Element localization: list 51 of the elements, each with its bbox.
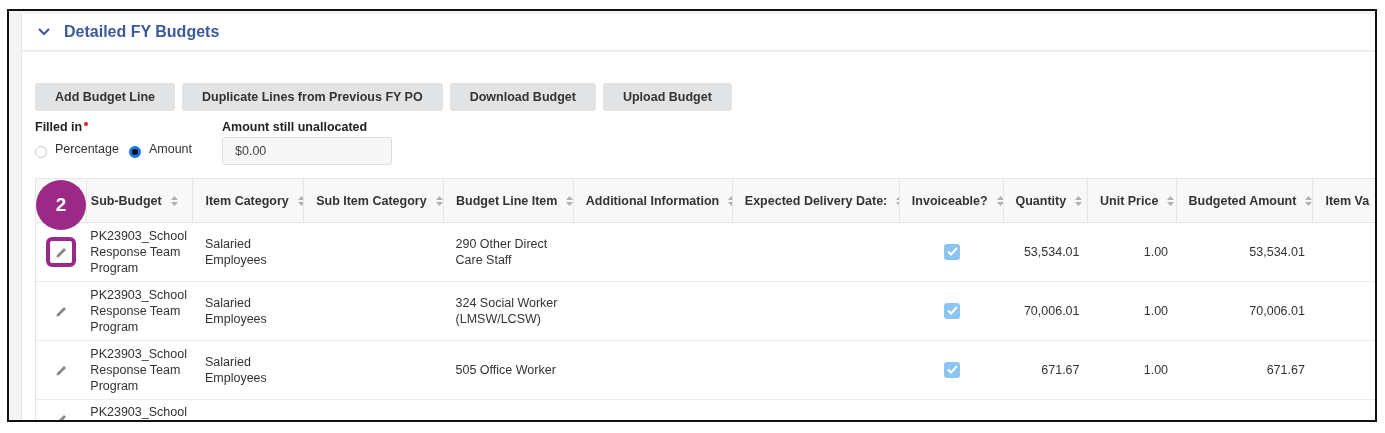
toolbar-button[interactable]: Add Budget Line bbox=[35, 83, 175, 111]
column-header[interactable]: Unit Price bbox=[1087, 178, 1177, 223]
checkbox[interactable] bbox=[944, 302, 961, 319]
edit-button[interactable] bbox=[46, 237, 76, 267]
column-header[interactable]: Budgeted Amount bbox=[1176, 178, 1313, 223]
table-cell: 290 Other Direct Care Staff bbox=[455, 237, 548, 267]
table-cell: Salaried Employees bbox=[204, 355, 267, 385]
column-header[interactable]: Invoiceable? bbox=[899, 178, 1003, 223]
sort-icon[interactable] bbox=[169, 194, 179, 207]
toolbar-button[interactable]: Download Budget bbox=[449, 83, 596, 111]
table-cell: 70,006.01 bbox=[1249, 304, 1305, 318]
collapse-chevron-icon[interactable] bbox=[38, 28, 50, 36]
table-cell: 505 Office Worker bbox=[455, 363, 556, 377]
table-cell: 53,534.01 bbox=[1023, 245, 1080, 259]
checkbox[interactable] bbox=[944, 243, 961, 260]
amount-field[interactable]: $0.00 bbox=[222, 137, 393, 165]
column-header[interactable]: Sub Item Category bbox=[303, 178, 444, 223]
checkbox[interactable] bbox=[944, 361, 961, 378]
table-cell: PK23903_School Response Team Program bbox=[86, 281, 193, 341]
table-cell: 1.00 bbox=[1143, 245, 1169, 259]
table-cell: 671.67 bbox=[1266, 363, 1305, 377]
table-cell: 671.67 bbox=[1041, 363, 1080, 377]
pencil-icon bbox=[54, 245, 68, 259]
table-cell: 1.00 bbox=[1143, 304, 1169, 318]
table-cell: PK23903_School Response Team Program bbox=[86, 340, 193, 400]
table-cell: 70,006.01 bbox=[1023, 304, 1080, 318]
table-cell: 1.00 bbox=[1143, 363, 1169, 377]
column-header[interactable]: Item Category bbox=[192, 178, 304, 223]
radio-button[interactable] bbox=[128, 146, 141, 158]
column-header[interactable]: Budget Line Item bbox=[443, 178, 574, 223]
field-label: Filled in bbox=[35, 120, 83, 134]
table-cell: Salaried Employees bbox=[204, 296, 267, 326]
field-label: Amount still unallocated bbox=[222, 120, 369, 134]
section-title: Detailed FY Budgets bbox=[64, 23, 220, 41]
column-header[interactable]: Sub-Budget bbox=[86, 178, 193, 223]
toolbar-button[interactable]: Duplicate Lines from Previous FY PO bbox=[182, 83, 443, 111]
table-cell: 324 Social Worker (LMSW/LCSW) bbox=[455, 296, 558, 326]
pencil-icon bbox=[54, 304, 68, 318]
radio-label[interactable]: Percentage bbox=[55, 142, 119, 156]
sort-icon[interactable] bbox=[1074, 194, 1084, 207]
toolbar-button[interactable]: Upload Budget bbox=[602, 83, 732, 111]
pencil-icon bbox=[54, 363, 68, 377]
table-cell: Salaried Employees bbox=[204, 237, 267, 267]
radio-label[interactable]: Amount bbox=[148, 142, 193, 156]
table-cell: 53,534.01 bbox=[1249, 245, 1305, 259]
table-cell: PK23903_School Response Team Program bbox=[86, 222, 193, 282]
column-header[interactable]: Quantity bbox=[1003, 178, 1088, 223]
table-cell: PK23903_School bbox=[86, 399, 193, 420]
column-header[interactable]: Additional Information bbox=[573, 178, 733, 223]
column-header[interactable]: Expected Delivery Date: bbox=[732, 178, 900, 223]
column-header[interactable]: Item Va bbox=[1312, 178, 1375, 223]
